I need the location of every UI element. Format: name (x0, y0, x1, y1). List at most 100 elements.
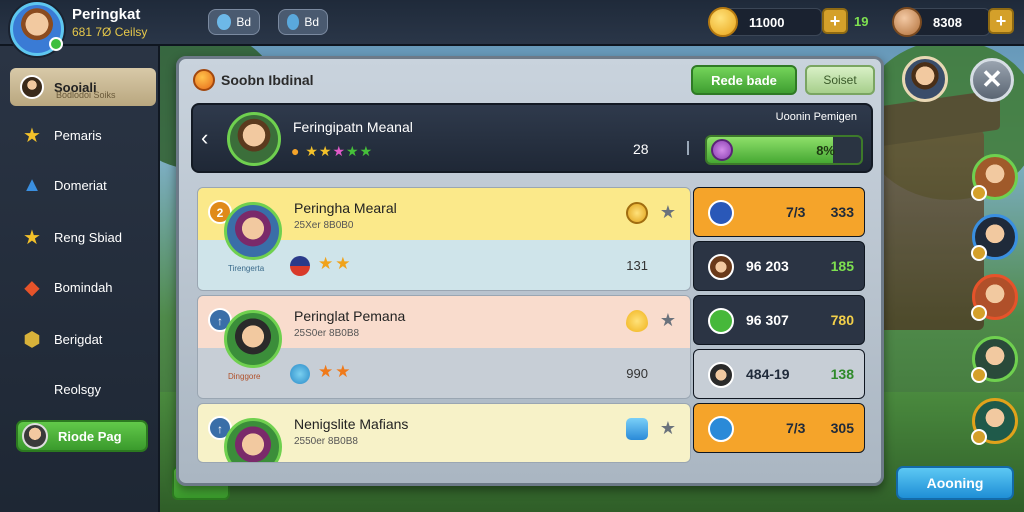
stat-coin-value: 333 (830, 204, 854, 220)
player-avatar (224, 202, 282, 260)
avatar-icon (708, 362, 734, 388)
row-rating-stars: ★★ (318, 254, 353, 273)
primary-button[interactable]: Rede bade (691, 65, 797, 95)
star-icon: ★ (23, 226, 41, 249)
primary-button-label: Rede bade (711, 72, 777, 88)
sidebar-item-berigdat[interactable]: ⬢ Berigdat (10, 320, 156, 358)
sidebar-item-reolsgy[interactable]: Reolsgy (10, 370, 156, 408)
leaderboard-row[interactable]: ↑ Nenigslite Mafians 2550er 8B0B8 ★ (197, 403, 691, 463)
sidebar-item-social[interactable]: Sooiali Bodlodoi Soiks (10, 68, 156, 106)
leaf-icon (708, 308, 734, 334)
sidebar-item-label: Bomindah (54, 279, 113, 295)
sidebar-item-label: Berigdat (54, 331, 103, 347)
player-caption: Tirengerta (228, 264, 265, 273)
secondary-button-label: Soiset (823, 73, 857, 87)
player-subtitle: 681 7Ø Ceilsy (72, 25, 148, 39)
friend-avatar[interactable] (971, 398, 1018, 445)
top-tab-button-2[interactable]: Bd (278, 9, 328, 35)
level-badge-icon (971, 185, 987, 201)
sidebar-item-pemaris[interactable]: ★ Pemaris (10, 116, 156, 154)
friend-avatar[interactable] (971, 274, 1018, 321)
player-subtitle: 2550er 8B0B8 (294, 436, 358, 447)
top-tab-label-1: Bd (236, 15, 251, 29)
sidebar-item-domeriat[interactable]: ▲ Domeriat (10, 166, 156, 204)
player-name: Peringkat (72, 6, 141, 23)
top-tab-label-2: Bd (304, 15, 319, 29)
add-coins-button[interactable]: + (822, 8, 848, 34)
stat-coin-value: 305 (830, 420, 854, 436)
stat-gem-value: 185 (830, 258, 854, 274)
featured-avatar (227, 112, 281, 166)
star-icon: ★ (23, 124, 41, 147)
stat-card[interactable]: 7/3 333 (693, 187, 865, 237)
level-badge-icon (971, 305, 987, 321)
secondary-button[interactable]: Soiset (805, 65, 875, 95)
friend-avatar[interactable] (971, 154, 1018, 201)
level-badge-icon (971, 429, 987, 445)
stat-coin-value: 138 (830, 366, 854, 382)
coin-reward-icon (626, 202, 648, 224)
globe-icon (287, 14, 300, 30)
avatar-icon (20, 75, 44, 99)
gem-icon (892, 7, 922, 37)
favorite-star-icon[interactable]: ★ (660, 418, 676, 439)
chevron-left-icon[interactable]: ‹ (201, 125, 208, 151)
stat-card[interactable]: 7/3 305 (693, 403, 865, 453)
sidebar-item-label: Domeriat (54, 177, 107, 193)
heart-icon: ◆ (24, 276, 40, 299)
globe-icon (290, 364, 310, 384)
player-name: Nenigslite Mafians (294, 416, 409, 432)
leaderboard-row[interactable]: ↑ Peringlat Pemana 25S0er 8B0B8 ★ Dinggo… (197, 295, 691, 399)
gold-drop-icon (626, 310, 648, 332)
sidebar-item-label: Reng Sbiad (54, 229, 122, 245)
sidebar-item-label: Reolsgy (54, 381, 101, 397)
row-rating-stars: ★★ (318, 362, 353, 381)
leaderboard-row[interactable]: 2 Peringha Mearal 25Xer 8B0B0 ★ Tirenger… (197, 187, 691, 291)
sidebar-item-bomindah[interactable]: ◆ Bomindah (10, 268, 156, 306)
close-button[interactable]: ✕ (970, 58, 1014, 102)
favorite-star-icon[interactable]: ★ (660, 310, 676, 331)
green-counter: 19 (854, 14, 869, 29)
stat-value: 484-19 (746, 366, 790, 382)
opponent-avatar[interactable] (902, 56, 948, 102)
blue-gem-icon (626, 418, 648, 440)
player-avatar (224, 310, 282, 368)
divider (687, 141, 689, 155)
sidebar-item-label: Pemaris (54, 127, 102, 143)
player-name: Peringha Mearal (294, 200, 397, 216)
target-icon (708, 416, 734, 442)
action-button-label: Aooning (926, 475, 984, 491)
featured-progress-bar: 8% (705, 135, 863, 165)
coin-icon (708, 7, 738, 37)
friend-avatar[interactable] (971, 214, 1018, 261)
player-subtitle: 25Xer 8B0B0 (294, 220, 354, 231)
sidebar-item-reng-sbiad[interactable]: ★ Reng Sbiad (10, 218, 156, 256)
stat-value: 96 203 (746, 258, 789, 274)
target-icon (708, 200, 734, 226)
featured-rating-stars: ● ★★★★★ (291, 143, 374, 159)
featured-rank: 28 (633, 141, 649, 157)
stat-card[interactable]: 96 307 780 (693, 295, 865, 345)
top-tab-button-1[interactable]: Bd (208, 9, 260, 35)
gem-icon (711, 139, 733, 161)
ball-icon (217, 14, 232, 30)
progress-text: 8% (816, 143, 835, 158)
close-icon: ✕ (981, 64, 1003, 94)
player-avatar[interactable] (10, 2, 64, 56)
stat-value: 96 307 (746, 312, 789, 328)
favorite-star-icon[interactable]: ★ (660, 202, 676, 223)
level-badge-icon (971, 367, 987, 383)
featured-label: Uoonin Pemigen (775, 111, 857, 123)
panel-title: Soobn Ibdinal (221, 72, 314, 88)
empty-icon-slot (20, 377, 44, 401)
stat-card[interactable]: 96 203 185 (693, 241, 865, 291)
sidebar-bottom-button[interactable]: Riode Pag (16, 420, 148, 452)
friend-avatar[interactable] (971, 336, 1018, 383)
level-badge-icon (49, 37, 63, 51)
sidebar-bottom-button-label: Riode Pag (58, 428, 122, 444)
featured-player-card[interactable]: ‹ Feringipatn Meanal ● ★★★★★ 28 Uoonin P… (191, 103, 873, 173)
stat-card[interactable]: 484-19 138 (693, 349, 865, 399)
gem-value: 8308 (933, 14, 962, 30)
action-button[interactable]: Aooning (896, 466, 1014, 500)
add-gems-button[interactable]: + (988, 8, 1014, 34)
